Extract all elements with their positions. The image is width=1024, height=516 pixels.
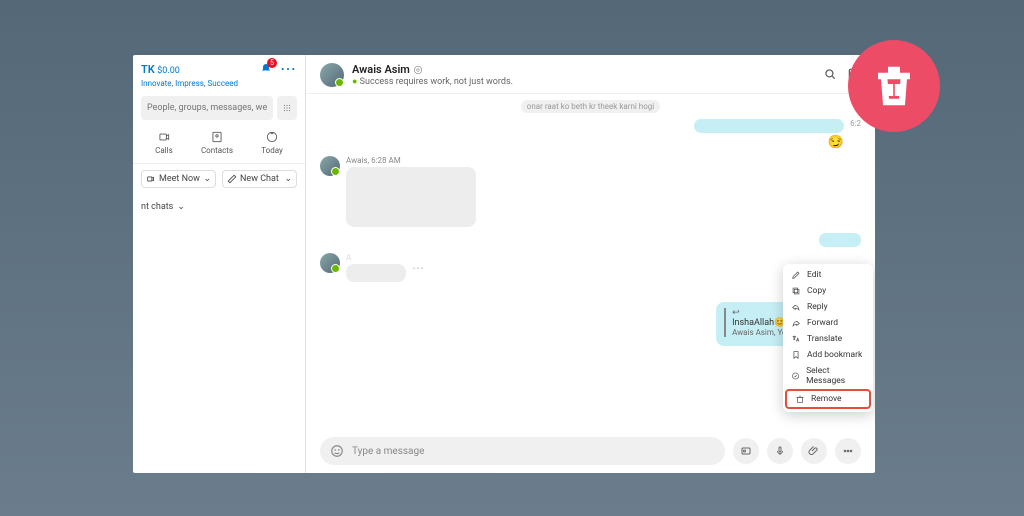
message-meta: A [346,253,406,262]
tagline: Innovate, Impress, Succeed [133,79,305,94]
sidebar-nav: Calls Contacts Today [133,126,305,164]
new-chat-button[interactable]: New Chat⌄ [222,170,297,188]
search-icon[interactable] [823,66,837,85]
attach-button[interactable] [801,438,827,464]
bell-icon[interactable]: 5 [258,61,274,77]
contact-avatar[interactable] [320,63,344,87]
nav-calls[interactable]: Calls [155,130,173,155]
chevron-down-icon: ⌄ [177,202,185,212]
trash-overlay-icon [848,40,940,132]
sidebar: TK $0.00 5 ⋯ Innovate, Impress, Succeed … [133,55,306,473]
recent-chats-header[interactable]: nt chats ⌄ [133,194,305,220]
menu-bookmark[interactable]: Add bookmark [783,347,873,363]
emoji-reaction: 😏 [828,135,844,150]
more-icon[interactable]: ⋯ [280,65,297,73]
message-avatar[interactable] [320,253,340,273]
contact-name[interactable]: Awais Asim [352,63,513,76]
app-window: TK $0.00 5 ⋯ Innovate, Impress, Succeed … [133,55,875,473]
message-avatar[interactable] [320,156,340,176]
menu-select[interactable]: Select Messages [783,363,873,389]
chat-header: Awais Asim Success requires work, not ju… [306,55,875,94]
menu-reply[interactable]: Reply [783,299,873,315]
scroll-down-icon[interactable]: ➤ [320,368,861,383]
menu-translate[interactable]: Translate [783,331,873,347]
sidebar-header: TK $0.00 5 ⋯ [133,55,305,79]
main-panel: Awais Asim Success requires work, not ju… [306,55,875,473]
context-menu: Edit Copy Reply Forward Translate Add bo… [783,264,873,412]
incoming-message[interactable] [346,264,406,282]
notification-badge: 5 [267,58,277,68]
outgoing-message[interactable] [819,233,861,247]
menu-forward[interactable]: Forward [783,315,873,331]
earlier-message: onar raat ko beth kr theek karni hogi [521,100,660,113]
message-meta: Awais, 6:28 AM [346,156,476,165]
outgoing-message[interactable] [694,119,844,133]
menu-copy[interactable]: Copy [783,283,873,299]
more-button[interactable] [835,438,861,464]
chevron-down-icon: ⌄ [284,174,292,184]
ellipsis-icon[interactable]: ⋯ [412,261,424,275]
mic-button[interactable] [767,438,793,464]
nav-today[interactable]: Today [261,130,283,155]
user-initials[interactable]: TK $0.00 [141,63,180,76]
timestamp: 6:2 [850,119,861,128]
meet-now-button[interactable]: Meet Now⌄ [141,170,216,188]
emoji-icon[interactable] [330,444,344,458]
message-input[interactable]: Type a message [320,437,725,465]
menu-edit[interactable]: Edit [783,267,873,283]
nav-contacts[interactable]: Contacts [201,130,233,155]
menu-remove[interactable]: Remove [785,389,871,409]
balance: $0.00 [157,66,180,76]
dialpad-button[interactable] [277,96,297,120]
incoming-message[interactable] [346,167,476,227]
composer: Type a message [306,429,875,473]
contact-status: Success requires work, not just words. [352,76,513,87]
chat-area[interactable]: onar raat ko beth kr theek karni hogi 😏 … [306,94,875,429]
chevron-down-icon: ⌄ [203,174,211,184]
search-input[interactable] [141,96,273,120]
contact-card-button[interactable] [733,438,759,464]
